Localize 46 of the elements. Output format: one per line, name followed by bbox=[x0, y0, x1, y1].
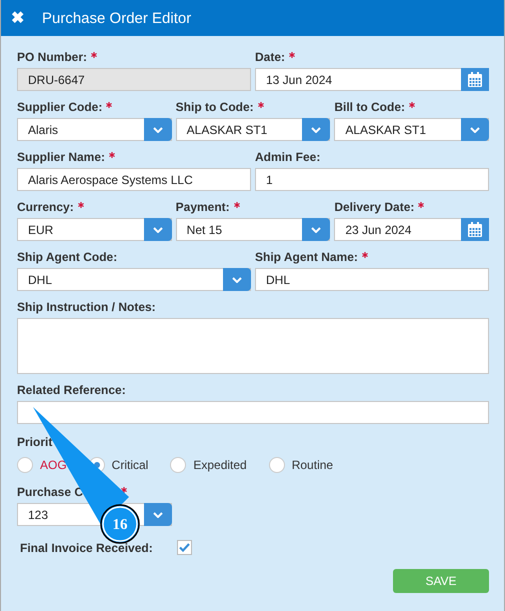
chevron-down-icon bbox=[311, 126, 322, 132]
field-label: Supplier Name: bbox=[17, 150, 106, 164]
checkbox[interactable] bbox=[176, 540, 192, 555]
input-field[interactable]: 1 bbox=[255, 168, 489, 191]
field-label: Ship Instruction / Notes: bbox=[17, 300, 156, 314]
field-label: Related Reference: bbox=[17, 383, 126, 397]
calendar-icon bbox=[468, 72, 482, 87]
chevron-down-icon bbox=[153, 512, 163, 518]
radio-option[interactable]: AOG bbox=[17, 457, 67, 473]
window-title: Purchase Order Editor bbox=[42, 10, 192, 26]
close-button[interactable]: ✖ bbox=[11, 8, 24, 28]
select-field[interactable]: ALASKAR ST1 bbox=[176, 118, 330, 141]
date-field[interactable]: 13 Jun 2024 bbox=[255, 68, 489, 91]
input-field: DRU-6647 bbox=[17, 68, 251, 91]
field-label: Payment: bbox=[176, 200, 230, 214]
field-label: Ship Agent Code: bbox=[17, 250, 118, 264]
field-label: Delivery Date: bbox=[334, 200, 414, 214]
select-field[interactable]: DHL bbox=[17, 268, 251, 291]
checkbox-label: Final Invoice Received: bbox=[20, 540, 153, 554]
select-field[interactable]: ALASKAR ST1 bbox=[334, 118, 489, 141]
field-label: Ship Agent Name: bbox=[255, 250, 358, 264]
chevron-down-icon bbox=[470, 126, 480, 132]
checkmark-icon bbox=[178, 543, 190, 552]
chevron-down-icon bbox=[232, 276, 242, 282]
field-label: Priorit bbox=[17, 435, 52, 449]
field-label: Admin Fee: bbox=[255, 150, 320, 164]
radio-option[interactable]: Routine bbox=[268, 457, 334, 473]
chevron-down-icon bbox=[152, 226, 163, 232]
field-label: PO Number: bbox=[17, 50, 88, 64]
field-label: Currency: bbox=[17, 200, 74, 214]
input-field[interactable]: Alaris Aerospace Systems LLC bbox=[17, 168, 251, 191]
field-label: Ship to Code: bbox=[176, 100, 254, 114]
chevron-down-icon bbox=[311, 226, 322, 232]
select-field[interactable]: Alaris bbox=[17, 118, 172, 141]
input-field[interactable]: DHL bbox=[255, 268, 489, 291]
field-label: Date: bbox=[255, 50, 286, 64]
calendar-icon bbox=[468, 222, 482, 237]
field-label: Supplier Code: bbox=[17, 100, 102, 114]
input-field[interactable] bbox=[17, 401, 489, 424]
field-label: Bill to Code: bbox=[334, 100, 405, 114]
select-field[interactable]: Net 15 bbox=[176, 218, 330, 241]
notes-field[interactable] bbox=[17, 318, 489, 374]
radio-option[interactable]: Expedited bbox=[170, 457, 247, 473]
chevron-down-icon bbox=[152, 126, 163, 132]
select-field[interactable]: EUR bbox=[17, 218, 172, 241]
date-field[interactable]: 23 Jun 2024 bbox=[334, 218, 489, 241]
